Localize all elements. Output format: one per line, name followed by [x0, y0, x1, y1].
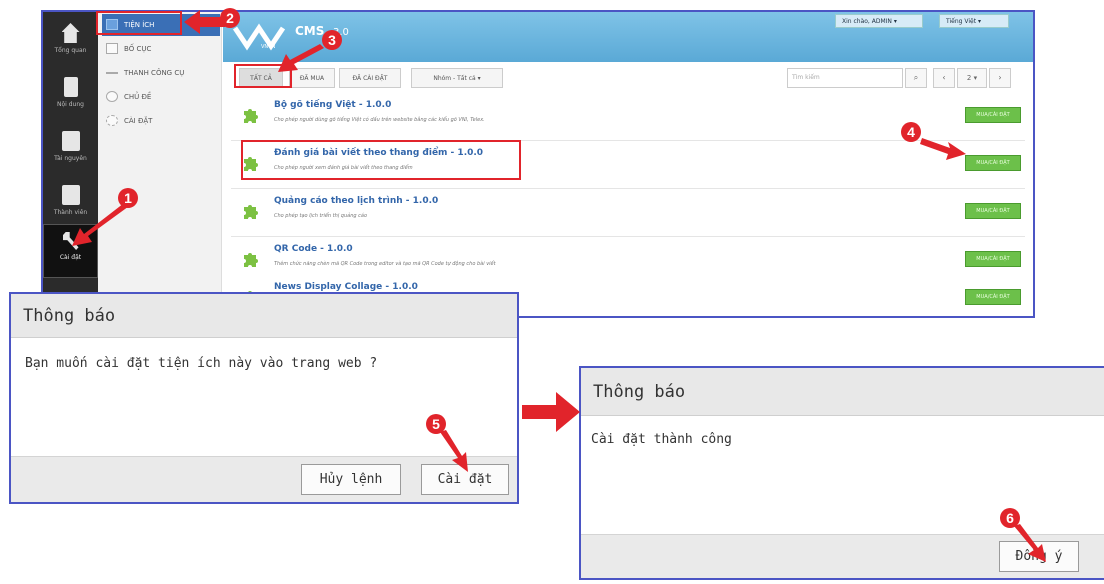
sub-nav-label: THANH CÔNG CỤ — [124, 69, 185, 77]
plugin-title[interactable]: Bộ gõ tiếng Việt - 1.0.0 — [274, 100, 391, 110]
nav-item-settings[interactable]: Cài đặt — [43, 224, 98, 278]
install-button[interactable]: MUA/CÀI ĐẶT — [965, 251, 1021, 267]
nav-item-overview[interactable]: Tổng quan — [43, 16, 98, 70]
sub-nav-item-layout[interactable]: BỐ CỤC — [102, 38, 220, 60]
nav-label: Tổng quan — [54, 47, 87, 54]
install-button[interactable]: MUA/CÀI ĐẶT — [965, 107, 1021, 123]
group-filter-label: Nhóm - Tất cả — [433, 75, 476, 82]
step-badge: 5 — [426, 414, 446, 434]
nav-item-resources[interactable]: Tài nguyên — [43, 124, 98, 178]
left-nav: Tổng quan Nội dung Tài nguyên Thành viên… — [43, 12, 98, 316]
chevron-down-icon: ▾ — [477, 75, 481, 82]
sub-nav-item-theme[interactable]: CHỦ ĐỀ — [102, 86, 220, 108]
step-badge: 2 — [220, 8, 240, 28]
step-badge: 1 — [118, 188, 138, 208]
logo-small-text: VNVN — [261, 44, 276, 50]
step-badge: 6 — [1000, 508, 1020, 528]
plugin-title[interactable]: News Display Collage - 1.0.0 — [274, 282, 418, 292]
step-badge: 4 — [901, 122, 921, 142]
chevron-down-icon: ▾ — [973, 74, 978, 82]
puzzle-piece-icon — [244, 109, 258, 123]
folder-icon — [61, 131, 80, 151]
cms-window: Tổng quan Nội dung Tài nguyên Thành viên… — [41, 10, 1035, 318]
install-button[interactable]: MUA/CÀI ĐẶT — [965, 289, 1021, 305]
sub-nav-label: CÀI ĐẶT — [124, 117, 153, 125]
layout-icon — [106, 43, 118, 54]
chevron-down-icon: ▾ — [893, 18, 897, 25]
search-input[interactable]: Tìm kiếm — [787, 68, 903, 88]
next-page-button[interactable]: › — [989, 68, 1011, 88]
home-icon — [61, 23, 80, 43]
install-button[interactable]: MUA/CÀI ĐẶT — [965, 203, 1021, 219]
search-placeholder: Tìm kiếm — [792, 74, 820, 81]
sub-nav-item-toolbar[interactable]: THANH CÔNG CỤ — [102, 62, 220, 84]
dialog-message: Bạn muốn cài đặt tiện ích này vào trang … — [25, 356, 378, 371]
gear-icon — [106, 115, 118, 126]
language-select[interactable]: Tiếng Việt ▾ — [939, 14, 1009, 28]
user-greeting: Xin chào, ADMIN — [842, 18, 892, 25]
highlight-extensions — [96, 11, 182, 35]
group-filter[interactable]: Nhóm - Tất cả ▾ — [411, 68, 503, 88]
sub-nav-item-settings[interactable]: CÀI ĐẶT — [102, 110, 220, 132]
search-button[interactable]: ⌕ — [905, 68, 927, 88]
member-card-icon — [61, 185, 80, 205]
highlight-plugin — [241, 140, 521, 180]
sub-nav: TIỆN ÍCH BỐ CỤC THANH CÔNG CỤ CHỦ ĐỀ CÀI… — [98, 12, 222, 316]
confirm-dialog: Thông báo Bạn muốn cài đặt tiện ích này … — [9, 292, 519, 504]
puzzle-piece-icon — [244, 205, 258, 219]
cancel-button[interactable]: Hủy lệnh — [301, 464, 401, 495]
sub-nav-label: BỐ CỤC — [124, 45, 152, 53]
wrench-icon — [62, 232, 79, 250]
step-badge: 3 — [322, 30, 342, 50]
chevron-left-icon: ‹ — [942, 73, 946, 82]
highlight-tab-all — [234, 64, 292, 88]
dialog-footer: Hủy lệnh Cài đặt — [11, 456, 517, 502]
nav-label: Thành viên — [53, 209, 88, 216]
ok-button[interactable]: Đồng ý — [999, 541, 1079, 572]
prev-page-button[interactable]: ‹ — [933, 68, 955, 88]
nav-item-content[interactable]: Nội dung — [43, 70, 98, 124]
puzzle-piece-icon — [244, 253, 258, 267]
chevron-right-icon: › — [998, 73, 1002, 82]
plugin-title[interactable]: Quảng cáo theo lịch trình - 1.0.0 — [274, 196, 438, 206]
search-icon: ⌕ — [913, 73, 919, 82]
plugin-toolbar: TẤT CẢ ĐÃ MUA ĐÃ CÀI ĐẶT Nhóm - Tất cả ▾… — [231, 68, 1025, 90]
plugin-description: Thêm chức năng chèn mã QR Code trong edi… — [274, 261, 496, 267]
tab-purchased[interactable]: ĐÃ MUA — [289, 68, 335, 88]
logo-text: CMS — [295, 24, 325, 38]
nav-label: Nội dung — [57, 101, 84, 108]
plugin-row: Quảng cáo theo lịch trình - 1.0.0 Cho ph… — [231, 190, 1025, 237]
document-icon — [63, 77, 78, 97]
tab-installed[interactable]: ĐÃ CÀI ĐẶT — [339, 68, 401, 88]
plugin-title[interactable]: QR Code - 1.0.0 — [274, 244, 353, 254]
page-select[interactable]: 2 ▾ — [957, 68, 987, 88]
language-label: Tiếng Việt — [946, 18, 977, 25]
dialog-footer: Đồng ý — [581, 534, 1104, 578]
user-menu[interactable]: Xin chào, ADMIN ▾ — [835, 14, 923, 28]
dialog-message: Cài đặt thành công — [591, 432, 732, 447]
nav-label: Tài nguyên — [54, 155, 87, 162]
install-button[interactable]: MUA/CÀI ĐẶT — [965, 155, 1021, 171]
nav-label: Cài đặt — [59, 254, 82, 261]
cms-header: VNVN CMS 3.0 Xin chào, ADMIN ▾ Tiếng Việ… — [223, 12, 1033, 62]
plugin-description: Cho phép người dùng gõ tiếng Việt có dấu… — [274, 117, 485, 123]
theme-icon — [106, 91, 118, 102]
chevron-down-icon: ▾ — [977, 18, 981, 25]
success-dialog: Thông báo Cài đặt thành công Đồng ý — [579, 366, 1104, 580]
page-number: 2 — [966, 74, 972, 82]
plugin-description: Cho phép tạo lịch triển thị quảng cáo — [274, 213, 368, 219]
dialog-title: Thông báo — [11, 294, 517, 338]
toolbar-icon — [106, 72, 118, 74]
sub-nav-label: CHỦ ĐỀ — [124, 93, 152, 101]
install-confirm-button[interactable]: Cài đặt — [421, 464, 509, 495]
dialog-title: Thông báo — [581, 368, 1104, 416]
